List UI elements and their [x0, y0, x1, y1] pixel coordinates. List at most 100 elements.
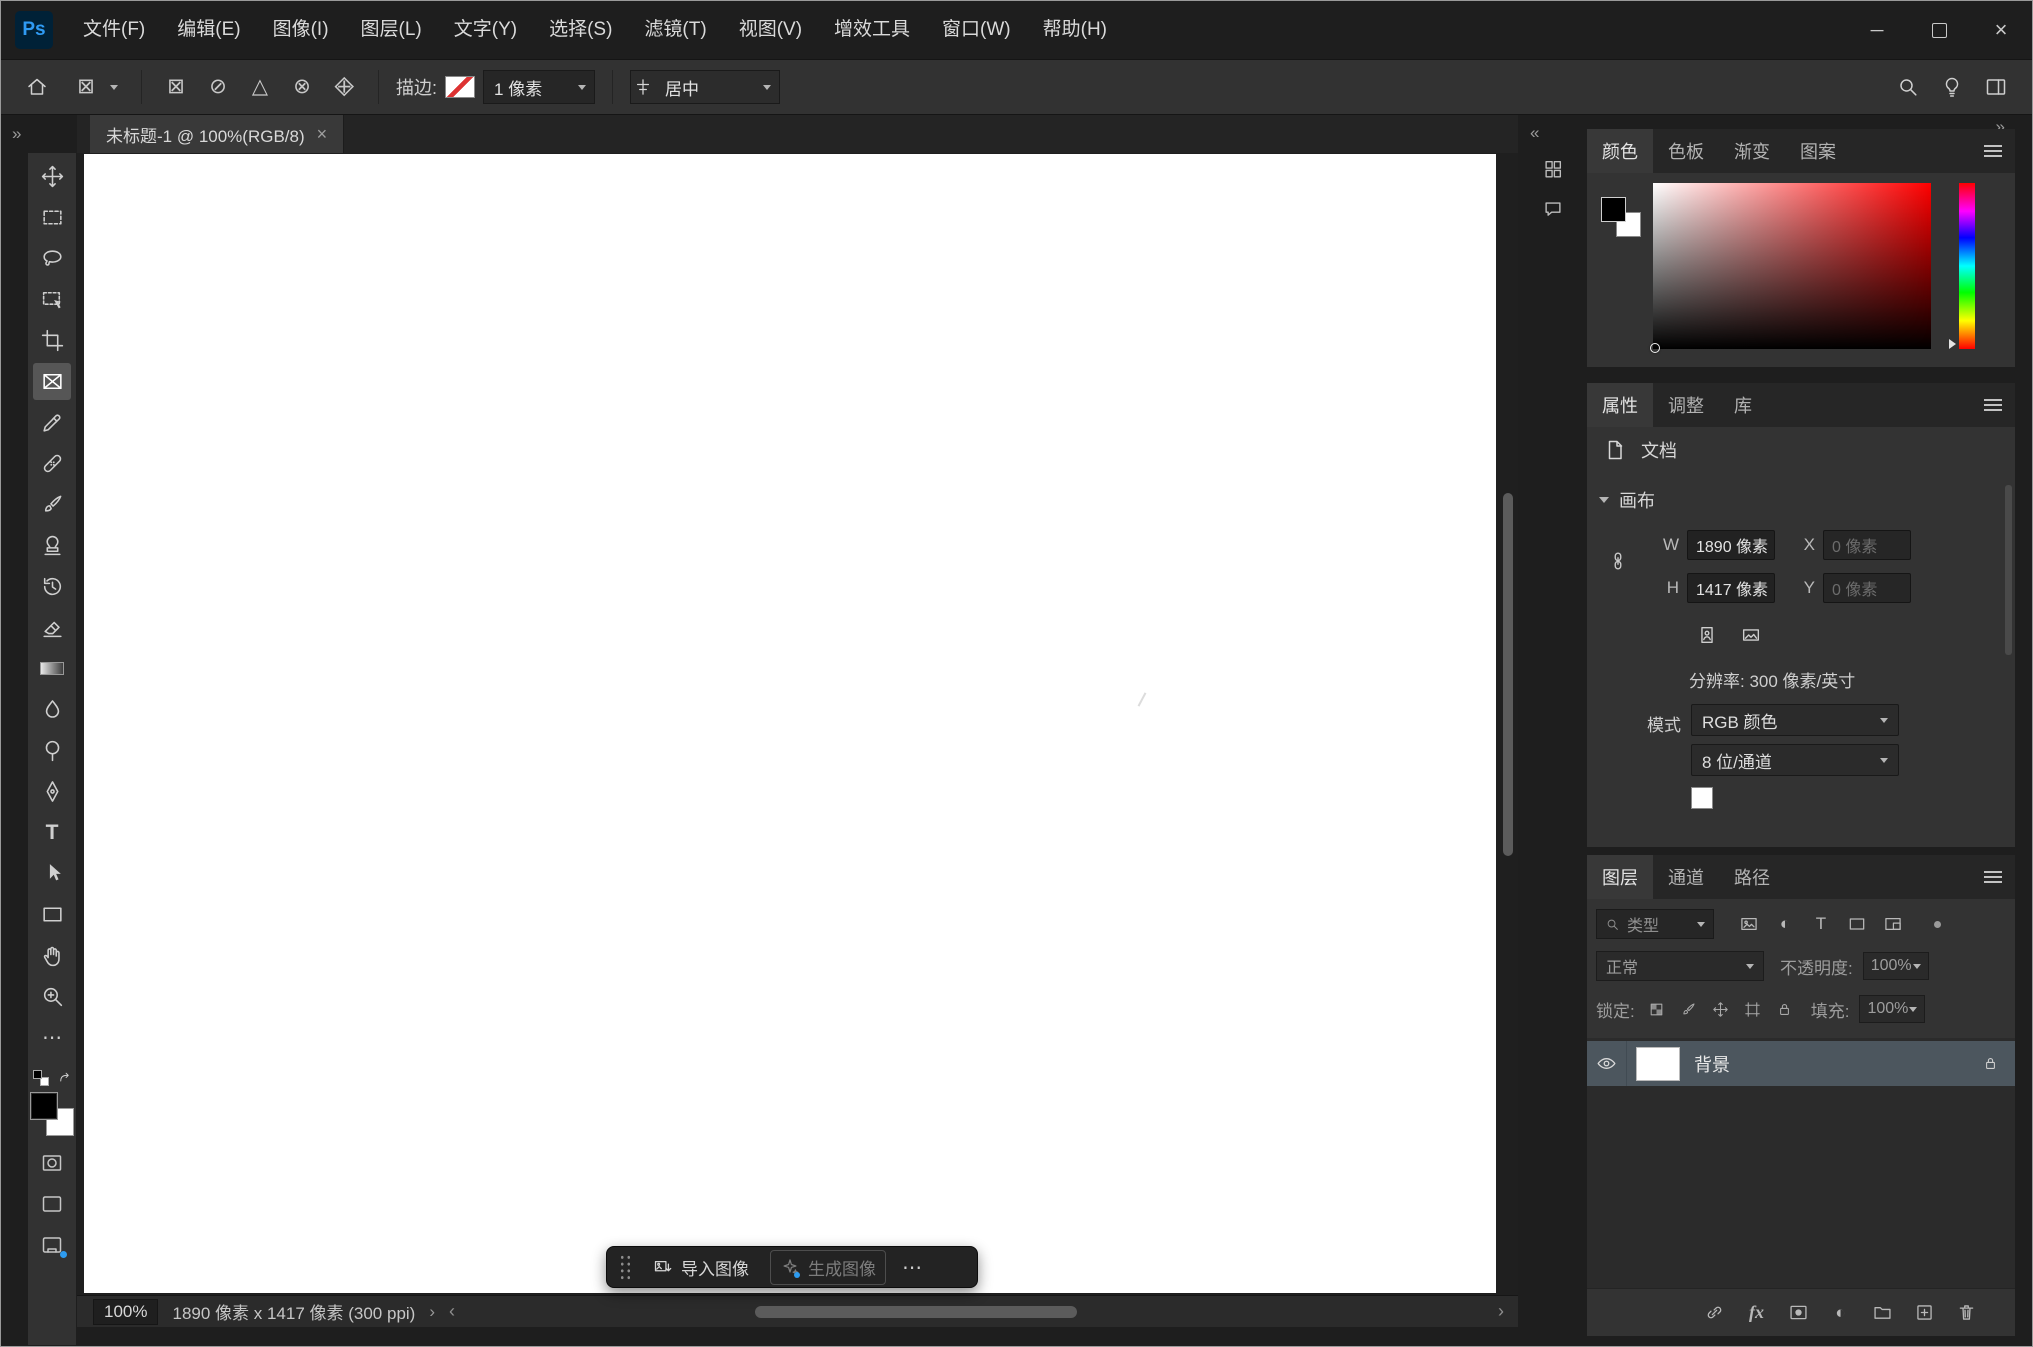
- blur-tool[interactable]: [33, 691, 71, 728]
- lock-transparent-pixels-icon[interactable]: [1645, 997, 1669, 1021]
- menu-image[interactable]: 图像(I): [257, 1, 345, 59]
- foreground-color-swatch[interactable]: [30, 1092, 58, 1120]
- menu-edit[interactable]: 编辑(E): [161, 1, 256, 59]
- menu-filter[interactable]: 滤镜(T): [628, 1, 722, 59]
- zoom-level-field[interactable]: 100%: [93, 1298, 159, 1325]
- width-field[interactable]: 1890 像素: [1687, 530, 1775, 560]
- eyedropper-tool[interactable]: [33, 404, 71, 441]
- menu-view[interactable]: 视图(V): [723, 1, 818, 59]
- layer-filter-select[interactable]: 类型: [1596, 909, 1714, 939]
- lock-artboard-icon[interactable]: [1741, 997, 1765, 1021]
- rectangle-tool[interactable]: [33, 896, 71, 933]
- link-dimensions-icon[interactable]: [1607, 543, 1629, 579]
- workspace-switcher-icon[interactable]: [1978, 69, 2014, 105]
- tool-preset-picker[interactable]: ⊠: [63, 70, 124, 104]
- object-selection-tool[interactable]: [33, 281, 71, 318]
- taskbar-drag-handle-icon[interactable]: [619, 1253, 632, 1281]
- layer-row-background[interactable]: 背景: [1587, 1041, 2015, 1086]
- add-layer-mask-icon[interactable]: [1786, 1300, 1811, 1325]
- portrait-orientation-icon[interactable]: [1691, 621, 1723, 649]
- lasso-tool[interactable]: [33, 240, 71, 277]
- filter-shape-layers-icon[interactable]: [1844, 911, 1870, 937]
- crop-tool[interactable]: [33, 322, 71, 359]
- discover-lightbulb-icon[interactable]: [1934, 69, 1970, 105]
- tab-patterns[interactable]: 图案: [1785, 129, 1851, 173]
- new-adjustment-layer-icon[interactable]: ◐: [1828, 1300, 1853, 1325]
- spot-healing-brush-tool[interactable]: [33, 445, 71, 482]
- color-mode-select[interactable]: RGB 颜色: [1691, 704, 1899, 736]
- lock-image-pixels-icon[interactable]: [1677, 997, 1701, 1021]
- delete-layer-trash-icon[interactable]: [1954, 1300, 1979, 1325]
- edit-toolbar-button[interactable]: ⋯: [33, 1019, 71, 1056]
- tab-swatches[interactable]: 色板: [1653, 129, 1719, 173]
- panel-menu-icon[interactable]: [1984, 145, 2002, 157]
- tab-color[interactable]: 颜色: [1587, 129, 1653, 173]
- tab-gradients[interactable]: 渐变: [1719, 129, 1785, 173]
- canvas[interactable]: [84, 154, 1496, 1293]
- stroke-width-combo[interactable]: 1 像素: [483, 70, 596, 104]
- collapsed-panel-grid-icon[interactable]: [1537, 153, 1569, 185]
- horizontal-scrollbar[interactable]: [473, 1305, 1480, 1318]
- horizontal-scrollbar-thumb[interactable]: [754, 1305, 1078, 1318]
- filter-toggle-dot-icon[interactable]: [1934, 920, 1941, 928]
- expand-panels-chevron-icon[interactable]: «: [1518, 115, 1539, 153]
- layer-lock-icon[interactable]: [1982, 1055, 1999, 1072]
- align-combo[interactable]: 居中: [630, 70, 781, 104]
- dodge-tool[interactable]: [33, 732, 71, 769]
- tab-adjustments[interactable]: 调整: [1653, 383, 1719, 427]
- type-tool[interactable]: T: [33, 814, 71, 851]
- tab-paths[interactable]: 路径: [1719, 855, 1785, 899]
- link-layers-icon[interactable]: [1702, 1300, 1727, 1325]
- height-field[interactable]: 1417 像素: [1687, 573, 1775, 603]
- search-icon[interactable]: [1890, 69, 1926, 105]
- layer-visibility-toggle[interactable]: [1587, 1041, 1627, 1086]
- layer-style-fx-icon[interactable]: fx: [1744, 1300, 1769, 1325]
- panel-menu-icon[interactable]: [1984, 399, 2002, 411]
- filter-pixel-layers-icon[interactable]: [1736, 911, 1762, 937]
- scroll-left-arrow-icon[interactable]: ‹: [449, 1301, 455, 1322]
- menu-window[interactable]: 窗口(W): [926, 1, 1027, 59]
- lock-position-icon[interactable]: [1709, 997, 1733, 1021]
- panel-menu-icon[interactable]: [1984, 871, 2002, 883]
- menu-type[interactable]: 文字(Y): [438, 1, 533, 59]
- comments-panel-icon[interactable]: [1537, 193, 1569, 225]
- frame-diamond-option-icon[interactable]: ⊠: [327, 70, 361, 104]
- maximize-button[interactable]: [1908, 1, 1970, 59]
- history-brush-tool[interactable]: [33, 568, 71, 605]
- landscape-orientation-icon[interactable]: [1735, 621, 1767, 649]
- eraser-tool[interactable]: [33, 609, 71, 646]
- brush-tool[interactable]: [33, 486, 71, 523]
- filter-type-layers-icon[interactable]: T: [1808, 911, 1834, 937]
- share-button[interactable]: [34, 1228, 70, 1262]
- status-popup-chevron-icon[interactable]: ›: [429, 1302, 435, 1322]
- new-layer-icon[interactable]: [1912, 1300, 1937, 1325]
- tab-channels[interactable]: 通道: [1653, 855, 1719, 899]
- toolbar-expand-chevron-icon[interactable]: »: [2, 115, 77, 153]
- frame-triangle-option-icon[interactable]: △: [243, 70, 277, 104]
- zoom-tool[interactable]: [33, 978, 71, 1015]
- foreground-color-swatch[interactable]: [1601, 197, 1626, 222]
- frame-circle-x-option-icon[interactable]: ⊗: [285, 70, 319, 104]
- layer-thumbnail[interactable]: [1636, 1046, 1680, 1081]
- stroke-color-swatch[interactable]: [445, 76, 476, 98]
- scroll-right-arrow-icon[interactable]: ›: [1498, 1301, 1504, 1322]
- x-field[interactable]: 0 像素: [1823, 530, 1911, 560]
- saturation-brightness-field[interactable]: [1650, 183, 1931, 353]
- tab-close-icon[interactable]: ×: [317, 124, 328, 145]
- fill-field[interactable]: 100%: [1859, 995, 1926, 1023]
- tab-properties[interactable]: 属性: [1587, 383, 1653, 427]
- taskbar-more-icon[interactable]: ⋯: [898, 1255, 926, 1280]
- menu-select[interactable]: 选择(S): [533, 1, 628, 59]
- document-tab[interactable]: 未标题-1 @ 100%(RGB/8) ×: [90, 115, 345, 153]
- pen-tool[interactable]: [33, 773, 71, 810]
- minimize-button[interactable]: ─: [1846, 1, 1908, 59]
- quick-mask-button[interactable]: [34, 1146, 70, 1180]
- menu-help[interactable]: 帮助(H): [1027, 1, 1123, 59]
- menu-layer[interactable]: 图层(L): [345, 1, 438, 59]
- opacity-field[interactable]: 100%: [1862, 952, 1929, 980]
- y-field[interactable]: 0 像素: [1823, 573, 1911, 603]
- gradient-tool[interactable]: [33, 650, 71, 687]
- frame-rect-option-icon[interactable]: ⊠: [159, 70, 193, 104]
- blend-mode-select[interactable]: 正常: [1596, 951, 1764, 981]
- filter-smart-object-icon[interactable]: [1880, 911, 1906, 937]
